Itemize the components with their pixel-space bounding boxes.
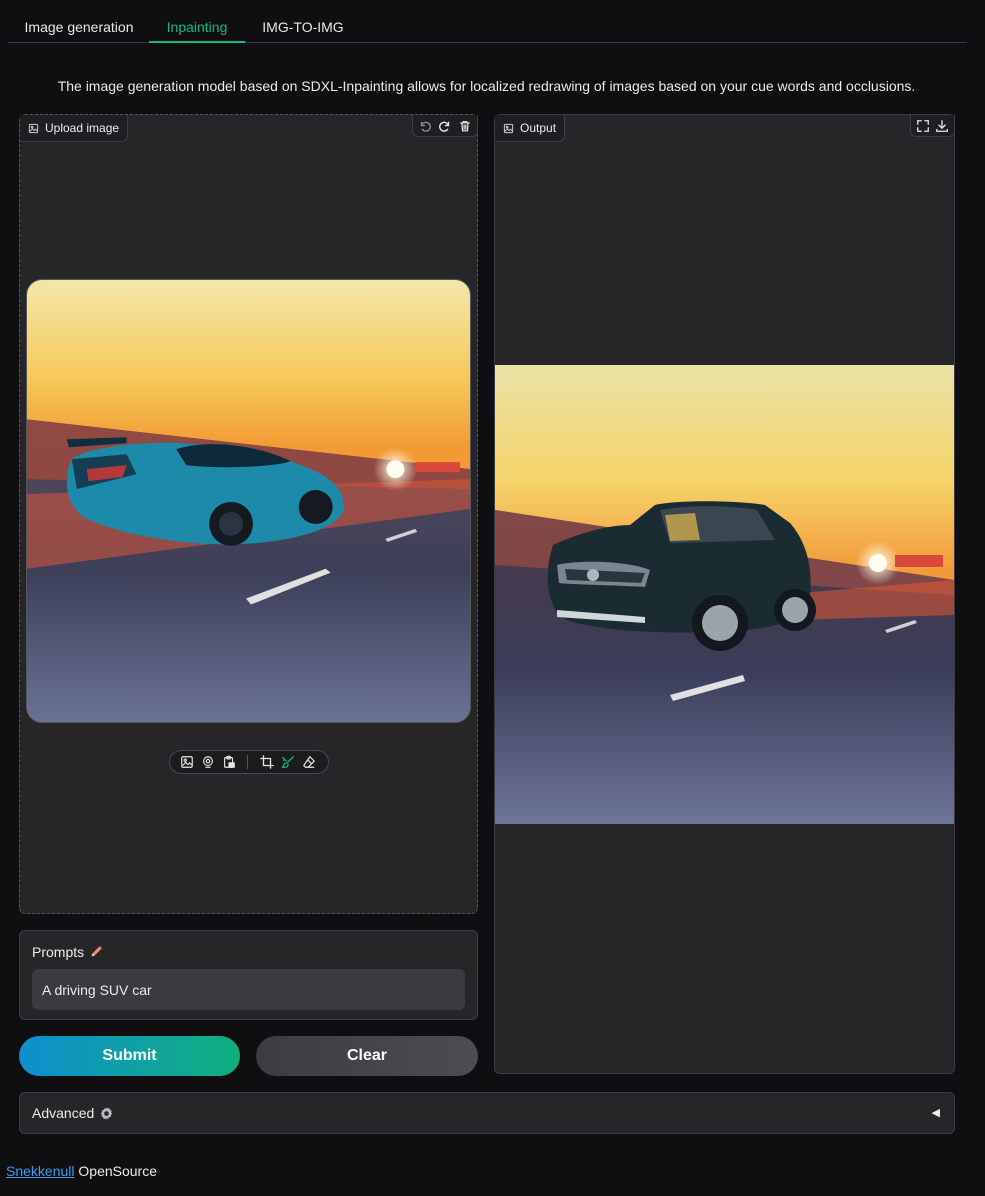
download-button[interactable]: [935, 117, 951, 135]
image-icon: [28, 123, 39, 133]
tab-img-to-img[interactable]: IMG-TO-IMG: [252, 0, 354, 43]
snekkenull-link[interactable]: Snekkenull: [6, 1163, 75, 1179]
webcam-icon: [202, 756, 213, 768]
advanced-label-text: Advanced: [32, 1105, 95, 1121]
tab-inpainting[interactable]: Inpainting: [149, 0, 245, 43]
gear-icon: [100, 1106, 113, 1120]
suv-image: [495, 365, 954, 824]
prompt-input[interactable]: [32, 969, 465, 1010]
redo-icon: [439, 121, 450, 132]
submit-button[interactable]: Submit: [19, 1036, 240, 1076]
clipboard-source-button[interactable]: [220, 754, 237, 771]
webcam-source-button[interactable]: [199, 754, 216, 771]
caret-left-icon: ◀: [931, 1107, 940, 1119]
pencil-icon: [91, 945, 103, 957]
uploaded-image-sports-car[interactable]: [26, 279, 471, 723]
advanced-accordion[interactable]: Advanced ◀: [19, 1092, 955, 1134]
tab-image-generation[interactable]: Image generation: [14, 0, 144, 43]
output-actions: [910, 115, 955, 137]
crop-icon: [259, 755, 274, 769]
output-label-text: Output: [520, 121, 557, 135]
upload-image-panel[interactable]: Upload image: [19, 114, 478, 914]
clear-button[interactable]: Clear: [256, 1036, 478, 1076]
footer-text: OpenSource: [78, 1163, 157, 1179]
prompts-label-text: Prompts: [32, 944, 85, 960]
trash-icon: [460, 120, 470, 131]
upload-image-label: Upload image: [20, 115, 129, 142]
fullscreen-button[interactable]: [915, 117, 931, 135]
crop-tool-button[interactable]: [258, 754, 275, 771]
advanced-label: Advanced: [32, 1105, 114, 1121]
prompts-label: Prompts: [32, 944, 103, 960]
fullscreen-icon: [916, 119, 929, 132]
upload-source-button[interactable]: [178, 754, 195, 771]
tab-bar: Image generation Inpainting IMG-TO-IMG: [8, 0, 967, 43]
image-icon: [503, 123, 514, 133]
output-image-suv: [495, 365, 954, 824]
download-icon: [936, 119, 949, 132]
image-editor-toolbar: [169, 750, 329, 774]
output-panel: Output: [494, 114, 955, 1074]
clipboard-icon: [223, 755, 235, 768]
page-description: The image generation model based on SDXL…: [57, 78, 916, 94]
brush-icon: [281, 756, 294, 768]
sports-car-image: [27, 280, 470, 722]
output-label: Output: [495, 115, 566, 142]
image-icon: [180, 756, 193, 768]
toolbar-divider: [247, 755, 248, 769]
redo-button[interactable]: [437, 117, 453, 135]
footer: Snekkenull OpenSource: [6, 1163, 157, 1179]
undo-icon: [420, 121, 431, 132]
undo-button[interactable]: [417, 117, 433, 135]
upload-image-label-text: Upload image: [45, 121, 120, 135]
brush-tool-button[interactable]: [279, 754, 296, 771]
delete-button[interactable]: [457, 117, 473, 135]
upload-actions: [412, 115, 478, 137]
eraser-icon: [302, 756, 315, 768]
eraser-tool-button[interactable]: [300, 754, 317, 771]
prompts-field: Prompts: [19, 930, 478, 1020]
